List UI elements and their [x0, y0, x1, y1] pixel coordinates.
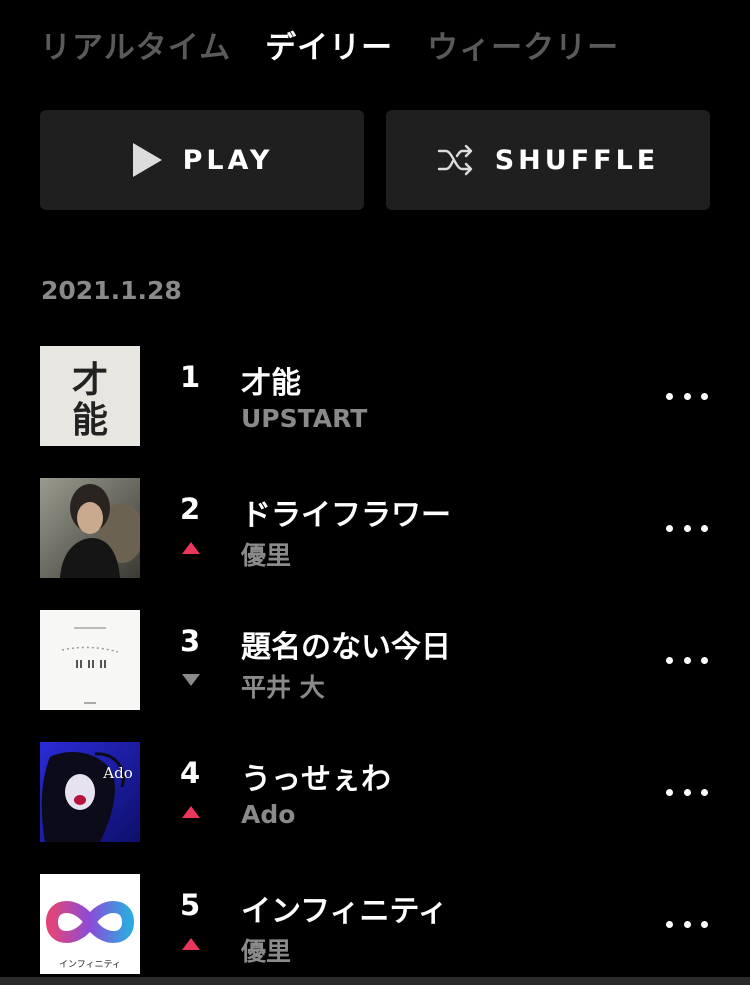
rank-up-icon: [181, 936, 201, 955]
track-rank: 1: [180, 360, 201, 394]
svg-text:能: 能: [72, 399, 108, 441]
shuffle-icon: [437, 144, 475, 176]
chart-page: リアルタイム デイリー ウィークリー PLAY SHUFFLE 2021.1.2…: [0, 0, 750, 985]
shuffle-button-label: SHUFFLE: [494, 144, 660, 176]
album-art: Ado: [40, 742, 140, 842]
track-rank: 2: [180, 492, 201, 526]
album-art: [40, 478, 140, 578]
track-rank: 4: [180, 756, 201, 790]
track-rank: 3: [180, 624, 201, 658]
play-button[interactable]: PLAY: [40, 110, 364, 210]
track-title: 題名のない今日: [241, 630, 451, 665]
more-options-button[interactable]: [666, 381, 708, 411]
tab-realtime[interactable]: リアルタイム: [40, 22, 231, 67]
track-artist: Ado: [241, 800, 296, 829]
track-title: インフィニティ: [241, 894, 448, 929]
rank-up-icon: [181, 540, 201, 559]
track-title: ドライフラワー: [241, 498, 451, 533]
more-options-button[interactable]: [666, 777, 708, 807]
track-artist: 優里: [241, 541, 292, 570]
track-rank: 5: [180, 888, 201, 922]
play-icon: [131, 142, 163, 178]
track-row[interactable]: 3 題名のない今日 平井 大: [40, 610, 710, 710]
more-options-button[interactable]: [666, 909, 708, 939]
track-artist: 平井 大: [241, 673, 325, 702]
track-title: 才能: [241, 366, 301, 401]
shuffle-button[interactable]: SHUFFLE: [386, 110, 710, 210]
chart-date: 2021.1.28: [41, 276, 182, 305]
album-art-text: Ado: [102, 764, 132, 782]
track-row[interactable]: インフィニティ 5 インフィニティ 優里: [40, 874, 710, 974]
track-title: うっせぇわ: [241, 762, 391, 797]
album-art: [40, 610, 140, 710]
more-options-button[interactable]: [666, 513, 708, 543]
tab-weekly[interactable]: ウィークリー: [427, 22, 619, 67]
album-art: 才 能: [40, 346, 140, 446]
tab-daily[interactable]: デイリー: [265, 22, 393, 67]
more-options-button[interactable]: [666, 645, 708, 675]
track-artist: 優里: [241, 937, 292, 966]
play-button-label: PLAY: [182, 144, 274, 176]
track-row[interactable]: Ado 4 うっせぇわ Ado: [40, 742, 710, 842]
album-art-text: インフィニティ: [59, 959, 121, 970]
rank-up-icon: [181, 804, 201, 823]
chart-period-tabs: リアルタイム デイリー ウィークリー: [40, 22, 619, 67]
track-artist: UPSTART: [241, 404, 368, 433]
track-row[interactable]: 2 ドライフラワー 優里: [40, 478, 710, 578]
rank-down-icon: [181, 672, 201, 691]
track-row[interactable]: 才 能 1 才能 UPSTART: [40, 346, 710, 446]
svg-text:才: 才: [72, 359, 108, 401]
album-art: インフィニティ: [40, 874, 140, 974]
bottom-bar: [0, 977, 750, 985]
